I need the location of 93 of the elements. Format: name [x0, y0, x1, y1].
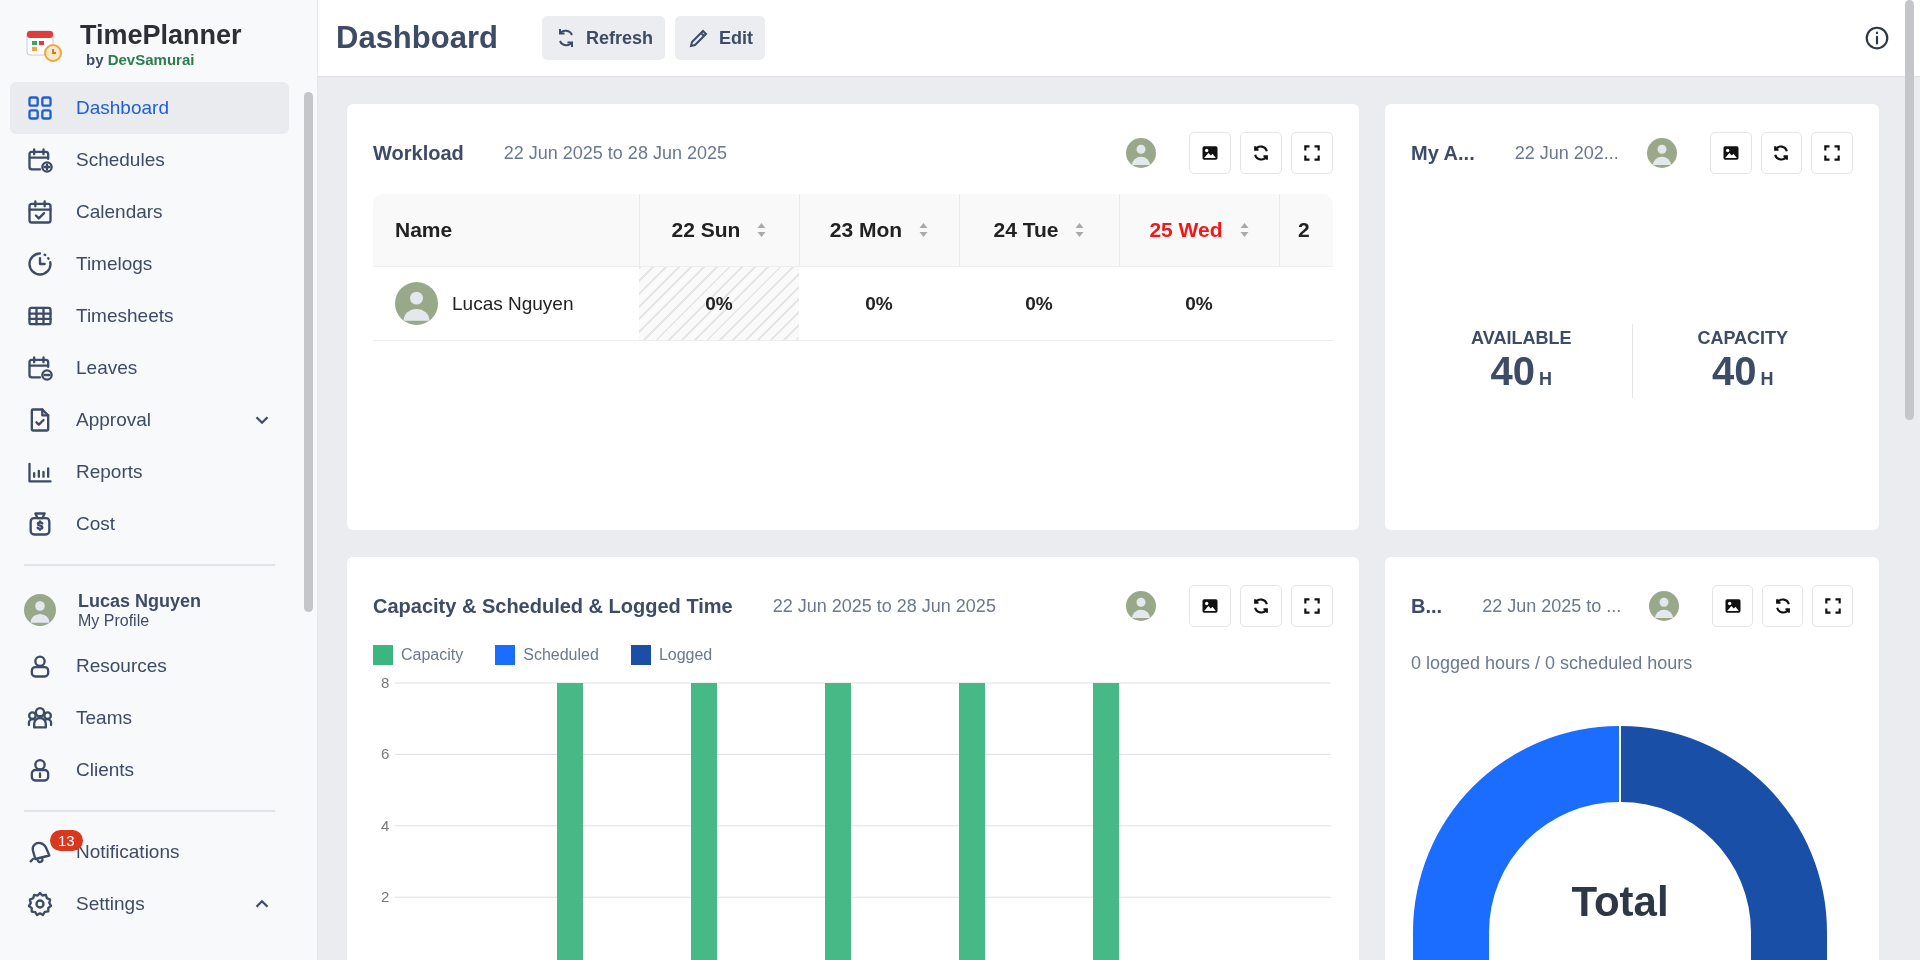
sort-icon — [1238, 222, 1250, 238]
table-cell-text: 0% — [1184, 291, 1214, 316]
axis-label: 4 — [381, 816, 390, 834]
legend-item[interactable]: Capacity — [373, 645, 464, 665]
sidebar-item[interactable]: Teams — [10, 692, 289, 744]
stat-value: 40 H — [1712, 349, 1774, 394]
sidebar-item[interactable]: Reports — [10, 446, 289, 498]
fullscreen-icon — [1302, 596, 1322, 616]
column-header[interactable]: 24 Tue — [959, 194, 1119, 266]
column-header: Name — [394, 217, 454, 243]
legend-item[interactable]: Scheduled — [495, 645, 599, 665]
card-title: Capacity & Scheduled & Logged Time — [373, 594, 733, 618]
stat-label: CAPACITY — [1697, 328, 1789, 349]
fullscreen-button[interactable] — [1291, 132, 1333, 174]
calendar-check-icon — [26, 198, 54, 226]
profile-item[interactable]: Lucas Nguyen My Profile — [10, 580, 289, 640]
sort-icon — [918, 222, 930, 238]
page-title: Dashboard — [336, 20, 498, 56]
donut-center-label: Total — [1571, 878, 1669, 925]
sort-icon — [1074, 222, 1086, 238]
image-button[interactable] — [1189, 132, 1231, 174]
sidebar-item[interactable]: Timesheets — [10, 290, 289, 342]
table-cell-text: 0% — [864, 291, 894, 316]
date-range: 22 Jun 2025 to 28 Jun 2025 — [772, 595, 996, 617]
sidebar-item[interactable]: Timelogs — [10, 238, 289, 290]
image-button[interactable] — [1709, 132, 1752, 174]
table-cell: 0% — [639, 267, 799, 340]
fullscreen-button[interactable] — [1291, 585, 1333, 627]
fullscreen-icon — [1822, 596, 1843, 616]
sidebar-item[interactable]: Leaves — [10, 342, 289, 394]
axis-label: 6 — [381, 745, 390, 763]
calendar-minus-icon — [26, 354, 54, 382]
refresh-button[interactable] — [1760, 132, 1803, 174]
settings-icon — [26, 890, 54, 918]
sidebar-item[interactable]: Resources — [10, 640, 289, 692]
image-icon — [1200, 143, 1220, 163]
sidebar-item[interactable]: Schedules — [10, 134, 289, 186]
resource-name: Lucas Nguyen — [452, 292, 574, 315]
refresh-button[interactable] — [1762, 585, 1804, 627]
scrollbar[interactable] — [1905, 0, 1914, 420]
sort-icon — [756, 222, 768, 238]
grid-icon — [26, 94, 54, 122]
refresh-icon — [1251, 143, 1271, 163]
sidebar-item[interactable]: Clients — [10, 744, 289, 796]
avatar — [1646, 138, 1677, 168]
card-title: B... — [1411, 594, 1443, 618]
hours-summary: 0 logged hours / 0 scheduled hours — [1411, 653, 1694, 674]
people-icon — [26, 704, 54, 732]
axis-label: 8 — [381, 674, 390, 691]
sidebar-item[interactable]: Approval — [10, 394, 289, 446]
refresh-icon — [1251, 596, 1271, 616]
column-header[interactable]: 25 Wed — [1119, 194, 1279, 266]
calendar-plus-icon — [26, 146, 54, 174]
app-name: TimePlanner — [80, 20, 242, 51]
legend-item[interactable]: Logged — [630, 645, 713, 665]
refresh-button[interactable]: Refresh — [541, 16, 665, 60]
edit-button[interactable]: Edit — [674, 16, 765, 60]
app-vendor: by DevSamurai — [85, 51, 196, 68]
fullscreen-button[interactable] — [1811, 132, 1853, 174]
image-button[interactable] — [1712, 585, 1754, 627]
scrollbar[interactable] — [304, 92, 313, 612]
axis-label: 2 — [381, 888, 390, 906]
info-icon[interactable] — [1864, 25, 1890, 51]
column-header[interactable]: 22 Sun — [639, 194, 799, 266]
avatar — [24, 594, 56, 626]
profile-link[interactable]: My Profile — [78, 611, 202, 630]
column-header[interactable]: 23 Mon — [799, 194, 959, 266]
sidebar-item[interactable]: Dashboard — [10, 82, 289, 134]
date-range: 22 Jun 202... — [1514, 142, 1619, 164]
date-range: 22 Jun 2025 to 28 Jun 2025 — [503, 142, 727, 164]
refresh-button[interactable] — [1240, 585, 1282, 627]
sidebar-item[interactable]: Calendars — [10, 186, 289, 238]
sidebar-item[interactable]: Settings — [10, 878, 289, 930]
date-range: 22 Jun 2025 to ... — [1482, 595, 1622, 617]
sidebar-item[interactable]: Cost — [10, 498, 289, 550]
avatar — [1126, 591, 1156, 621]
avatar — [1126, 138, 1156, 168]
table-cell-text: 0% — [1024, 291, 1054, 316]
refresh-button[interactable] — [1240, 132, 1282, 174]
fullscreen-icon — [1822, 143, 1843, 163]
card-title: My A... — [1411, 141, 1475, 165]
image-icon — [1200, 596, 1220, 616]
card-title: Workload — [373, 141, 464, 165]
fullscreen-icon — [1302, 143, 1322, 163]
image-button[interactable] — [1189, 585, 1231, 627]
fullscreen-button[interactable] — [1812, 585, 1853, 627]
avatar — [395, 282, 438, 325]
column-header: 2 — [1279, 194, 1333, 266]
clock-icon — [26, 250, 54, 278]
stat-label: AVAILABLE — [1471, 328, 1572, 349]
profile-name: Lucas Nguyen — [78, 590, 202, 612]
stat-value: 40 H — [1490, 349, 1552, 394]
avatar — [1649, 591, 1680, 621]
